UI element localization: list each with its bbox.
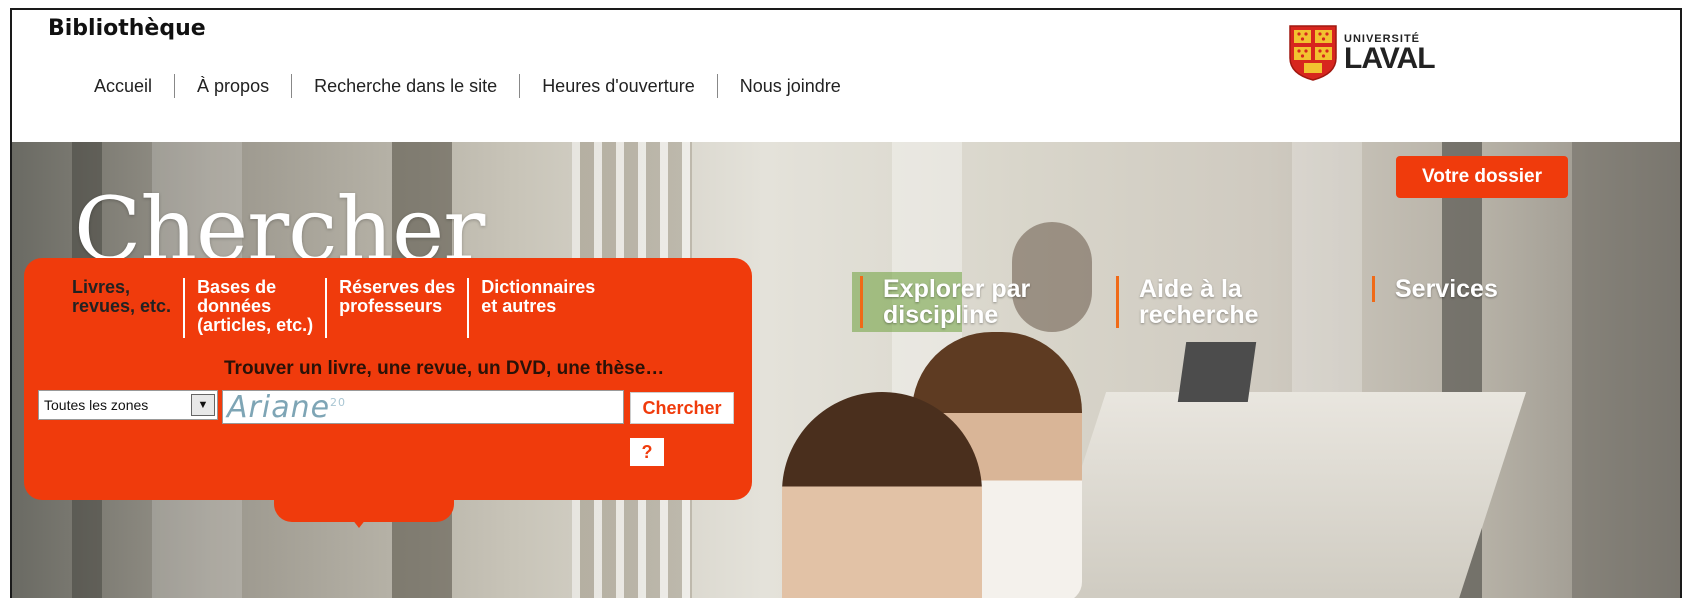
ariane-logo: Ariane20	[227, 390, 346, 425]
search-tabs: Livres, revues, etc. Bases de données (a…	[44, 278, 607, 338]
logo-big-text: LAVAL	[1344, 42, 1436, 75]
nav-nous-joindre[interactable]: Nous joindre	[718, 76, 863, 97]
bg-desk	[1037, 392, 1527, 598]
nav-heures[interactable]: Heures d'ouverture	[520, 76, 717, 97]
zone-select-value: Toutes les zones	[44, 397, 149, 413]
section-explorer-discipline[interactable]: Explorer par discipline	[860, 276, 1030, 328]
nav-a-propos[interactable]: À propos	[175, 76, 291, 97]
nav-accueil[interactable]: Accueil	[72, 76, 174, 97]
search-button[interactable]: Chercher	[630, 392, 734, 424]
section-aide-recherche[interactable]: Aide à la recherche	[1116, 276, 1259, 328]
site-brand[interactable]: Bibliothèque	[48, 16, 206, 41]
ariane-logo-sup: 20	[330, 395, 347, 409]
tab-dictionnaires[interactable]: Dictionnaires et autres	[469, 278, 607, 338]
tab-reserves[interactable]: Réserves des professeurs	[327, 278, 467, 338]
search-prompt: Trouver un livre, une revue, un DVD, une…	[224, 358, 665, 379]
tab-livres[interactable]: Livres, revues, etc.	[44, 278, 183, 338]
search-input[interactable]: Ariane20	[222, 390, 624, 425]
crest-icon	[1289, 25, 1337, 81]
universite-laval-logo[interactable]: UNIVERSITÉ LAVAL	[1288, 24, 1436, 82]
panel-pointer	[348, 514, 370, 528]
votre-dossier-button[interactable]: Votre dossier	[1396, 156, 1568, 198]
search-panel: Livres, revues, etc. Bases de données (a…	[24, 258, 752, 500]
ariane-logo-text: Ariane	[227, 389, 331, 425]
hero-banner: Chercher Votre dossier Explorer par disc…	[12, 142, 1680, 598]
bg-person	[782, 392, 982, 598]
chevron-down-icon[interactable]: ▼	[191, 394, 215, 416]
tab-bases-de-donnees[interactable]: Bases de données (articles, etc.)	[185, 278, 325, 338]
logo-wordmark: UNIVERSITÉ LAVAL	[1344, 33, 1436, 75]
nav-recherche-site[interactable]: Recherche dans le site	[292, 76, 519, 97]
top-navigation: Accueil À propos Recherche dans le site …	[72, 74, 863, 98]
bg-shape	[1572, 142, 1680, 598]
browser-frame: Bibliothèque Accueil À propos Recherche …	[10, 8, 1682, 598]
bg-laptop	[1177, 342, 1257, 402]
section-services[interactable]: Services	[1372, 276, 1498, 302]
zone-select[interactable]: Toutes les zones ▼	[38, 390, 218, 420]
help-button[interactable]: ?	[630, 438, 664, 466]
